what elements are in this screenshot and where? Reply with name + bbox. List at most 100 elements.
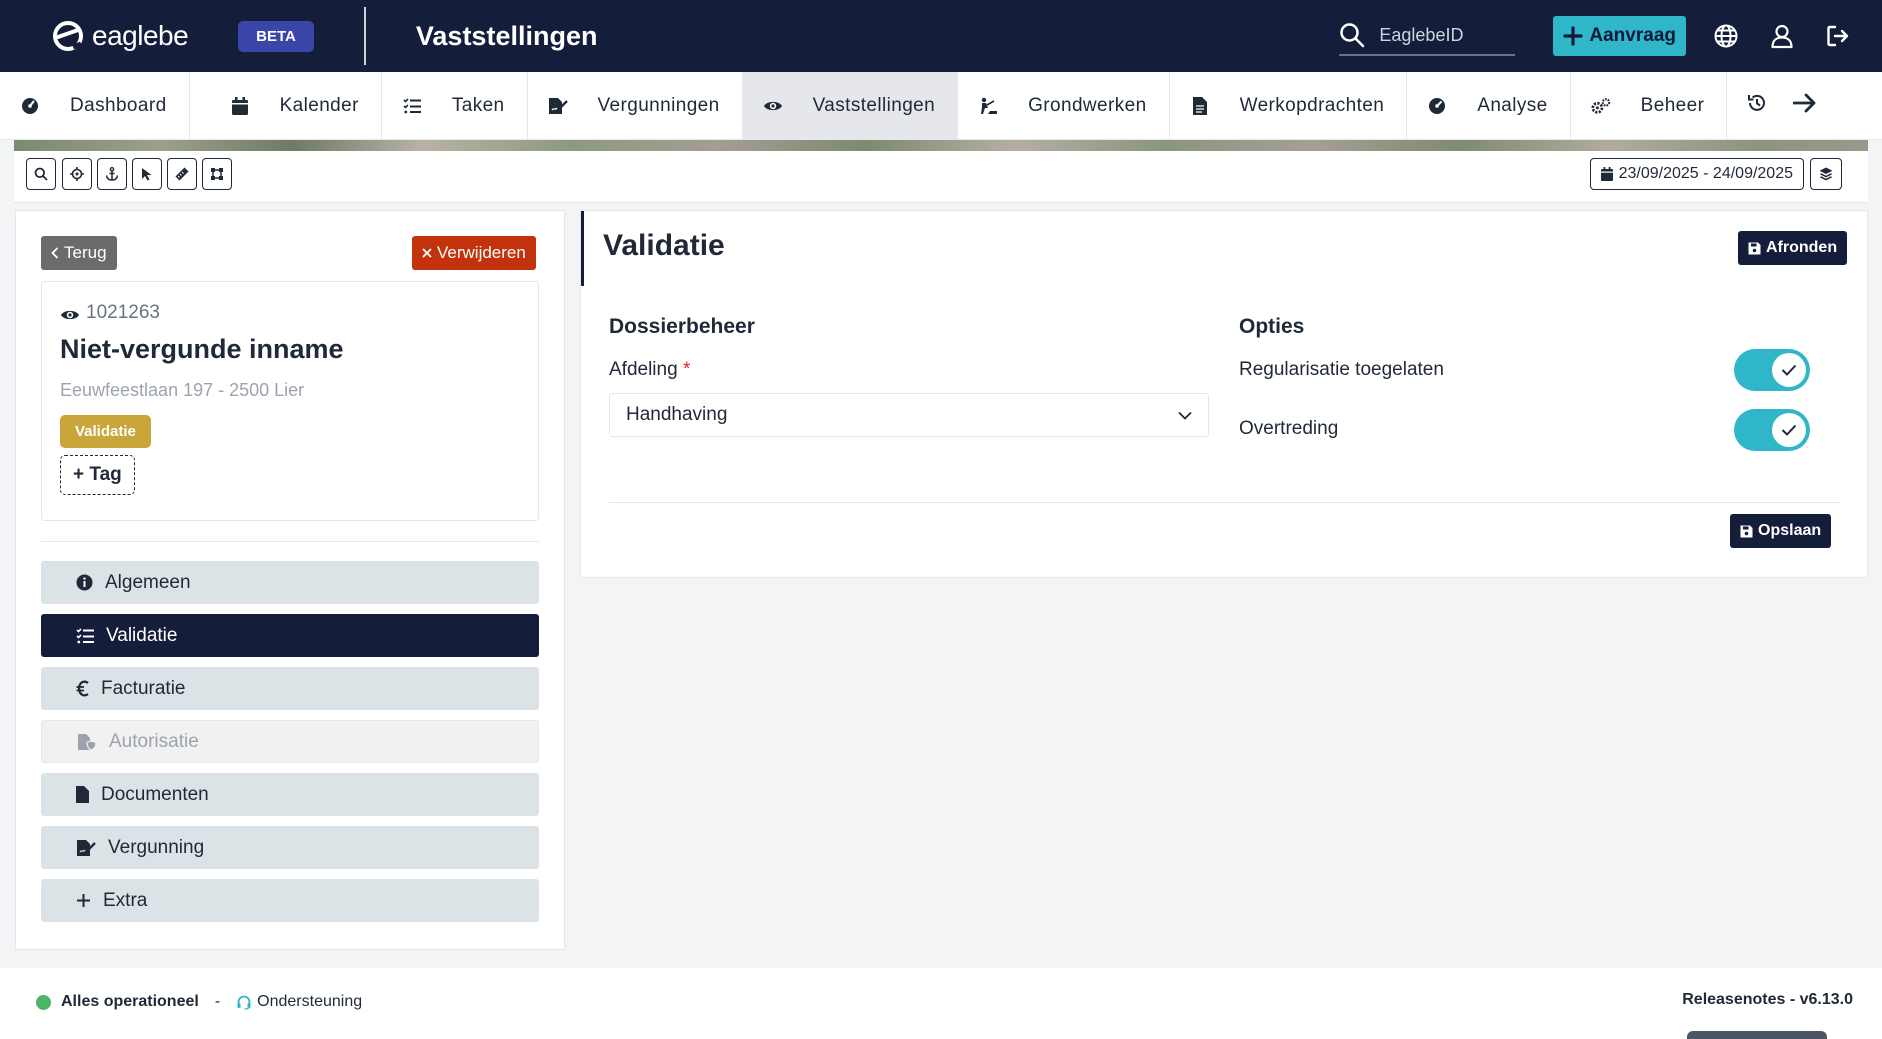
logout-icon (1827, 25, 1849, 47)
map-select-tool[interactable] (132, 158, 162, 190)
dossier-section-title: Dossierbeheer (609, 315, 755, 338)
search-input[interactable] (1379, 24, 1510, 46)
map-locate-tool[interactable] (62, 158, 92, 190)
nav-label: Grondwerken (1028, 95, 1147, 116)
calendar-icon (1600, 167, 1613, 181)
aanvraag-button[interactable]: Aanvraag (1553, 16, 1686, 56)
brand-name: eaglebe (92, 20, 189, 51)
sidebar-item-autorisatie[interactable]: Autorisatie (41, 720, 539, 763)
sidebar-item-validatie[interactable]: Validatie (41, 614, 539, 657)
nav-taken[interactable]: Taken (382, 72, 528, 140)
nav-analyse[interactable]: Analyse (1407, 72, 1571, 140)
sidebar-item-facturatie[interactable]: Facturatie (41, 667, 539, 710)
support-label: Ondersteuning (257, 993, 363, 1010)
nav-werkopdrachten[interactable]: Werkopdrachten (1170, 72, 1408, 140)
panel-accent (581, 211, 584, 286)
calendar-icon (230, 96, 250, 116)
system-status: Alles operationeel - Ondersteuning (36, 993, 362, 1011)
validation-panel: Validatie Afronden Dossierbeheer Afdelin… (580, 210, 1868, 578)
delete-button[interactable]: Verwijderen (412, 236, 536, 270)
panel-divider (609, 502, 1841, 503)
delete-label: Verwijderen (437, 243, 526, 262)
aanvraag-label: Aanvraag (1589, 25, 1676, 46)
document-icon (1190, 96, 1210, 116)
required-mark: * (682, 359, 691, 380)
logout-button[interactable] (1820, 18, 1856, 54)
globe-icon (1714, 24, 1738, 48)
sidebar-item-label: Algemeen (105, 571, 191, 593)
finish-label: Afronden (1766, 239, 1838, 256)
logo[interactable]: eaglebe (50, 18, 189, 54)
tasks-icon (402, 96, 422, 116)
afdeling-select[interactable]: Handhaving (609, 393, 1209, 437)
afdeling-label-text: Afdeling (609, 359, 678, 380)
back-button[interactable]: Terug (41, 236, 117, 270)
save-button[interactable]: Opslaan (1730, 514, 1832, 548)
footer-separator: - (214, 993, 221, 1010)
file-signature-icon (77, 839, 96, 856)
afdeling-label: Afdeling * (609, 359, 690, 381)
digging-icon (978, 96, 998, 116)
record-address: Eeuwfeestlaan 197 - 2500 Lier (60, 380, 305, 400)
support-link[interactable]: Ondersteuning (236, 993, 362, 1011)
afdeling-value: Handhaving (626, 404, 728, 425)
sidebar-item-vergunning[interactable]: Vergunning (41, 826, 539, 869)
sidebar-item-extra[interactable]: Extra (41, 879, 539, 922)
option-label-overtreding: Overtreding (1239, 418, 1339, 439)
sidebar-item-label: Facturatie (101, 677, 186, 699)
profile-button[interactable] (1764, 18, 1800, 54)
nav-dashboard[interactable]: Dashboard (0, 72, 190, 140)
sidebar-item-label: Extra (103, 889, 148, 911)
nav-vergunningen[interactable]: Vergunningen (528, 72, 743, 140)
nav-kalender[interactable]: Kalender (190, 72, 382, 140)
map-preview[interactable] (14, 140, 1868, 151)
language-button[interactable] (1708, 18, 1744, 54)
date-range-label: 23/09/2025 - 24/09/2025 (1618, 165, 1793, 182)
nav-label: Kalender (279, 95, 359, 116)
toggle-overtreding[interactable] (1734, 409, 1810, 451)
date-range-button[interactable]: 23/09/2025 - 24/09/2025 (1589, 158, 1804, 190)
info-icon (76, 574, 93, 591)
floating-tab[interactable] (1687, 1031, 1827, 1039)
map-toolbar: 23/09/2025 - 24/09/2025 (14, 151, 1868, 203)
sidebar-item-label: Autorisatie (109, 730, 199, 752)
back-label: Terug (64, 243, 107, 262)
sidebar-item-algemeen[interactable]: Algemeen (41, 561, 539, 604)
gauge-icon (1427, 96, 1447, 116)
finish-button[interactable]: Afronden (1738, 231, 1848, 265)
sidebar-item-documenten[interactable]: Documenten (41, 773, 539, 816)
save-label: Opslaan (1758, 522, 1822, 539)
history-icon (1748, 94, 1766, 111)
check-icon (1781, 424, 1797, 436)
map-search-tool[interactable] (26, 158, 56, 190)
dashboard-icon (20, 96, 40, 116)
nav-label: Taken (451, 95, 505, 116)
nav-grondwerken[interactable]: Grondwerken (958, 72, 1170, 140)
main-navigation: Dashboard Kalender Taken Vergunningen Va… (0, 72, 1882, 140)
file-icon (76, 786, 89, 803)
sidebar-item-label: Validatie (106, 624, 178, 646)
map-draw-tool[interactable] (202, 158, 232, 190)
nav-beheer[interactable]: Beheer (1571, 72, 1728, 140)
nav-vaststellingen[interactable]: Vaststellingen (742, 72, 959, 140)
eaglebe-logo-icon (53, 21, 83, 51)
search-box[interactable] (1339, 16, 1516, 56)
permit-icon (548, 96, 568, 116)
release-notes-link[interactable]: Releasenotes - v6.13.0 (1682, 991, 1853, 1009)
add-tag-button[interactable]: + Tag (60, 455, 135, 495)
nav-label: Vergunningen (597, 95, 720, 116)
map-measure-tool[interactable] (167, 158, 197, 190)
close-icon (422, 248, 432, 258)
map-anchor-tool[interactable] (97, 158, 127, 190)
nav-label: Analyse (1477, 95, 1548, 116)
record-title: Niet-vergunde inname (60, 334, 344, 364)
crosshair-icon (70, 167, 84, 181)
record-id: 1021263 (60, 302, 160, 324)
gears-icon (1591, 96, 1611, 116)
history-button[interactable] (1747, 93, 1767, 118)
layers-button[interactable] (1810, 158, 1842, 190)
list-check-icon (76, 627, 94, 643)
nav-next-button[interactable] (1792, 92, 1817, 119)
toggle-regularisatie[interactable] (1734, 349, 1810, 391)
record-sidebar: Terug Verwijderen 1021263 Niet-vergunde … (15, 210, 565, 950)
